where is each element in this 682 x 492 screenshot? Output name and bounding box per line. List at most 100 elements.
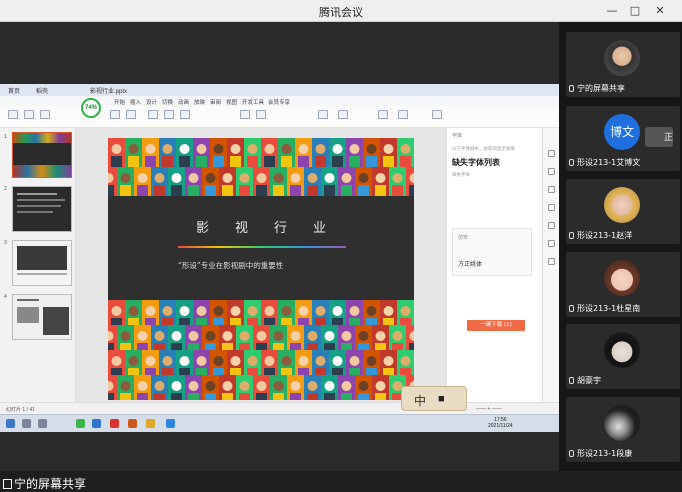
participant-name: 形设213-1段康 (569, 448, 632, 459)
shared-screen: 首页 稻壳 影视行业.pptx 开始 插入 设计 切换 动画 放映 审阅 视图 … (0, 84, 559, 432)
participant-tile[interactable]: 宁的屏幕共享 (566, 32, 680, 97)
property-icon[interactable] (548, 150, 555, 157)
avatar (604, 40, 640, 76)
participant-name: 形设213-1艾博文 (569, 157, 640, 168)
search-icon[interactable] (22, 419, 31, 428)
wps-icon[interactable] (110, 419, 119, 428)
tencent-meeting-icon[interactable] (166, 419, 175, 428)
avatar (604, 187, 640, 223)
panel-heading: 缺失字体列表 (452, 158, 500, 167)
windows-taskbar: 17:56 2021/11/24 (0, 414, 559, 432)
settings-icon[interactable] (548, 240, 555, 247)
paste-icon[interactable] (8, 110, 18, 119)
shared-screen-area: 首页 稻壳 影视行业.pptx 开始 插入 设计 切换 动画 放映 审阅 视图 … (0, 22, 559, 491)
task-view-icon[interactable] (38, 419, 47, 428)
faces-pattern-top (108, 138, 414, 196)
participant-tile[interactable]: 形设213-1杜星南 (566, 252, 680, 317)
slide-thumbnail-4[interactable] (12, 294, 72, 340)
list-icon[interactable] (256, 110, 266, 119)
tab-home[interactable]: 首页 (8, 86, 20, 95)
participant-tile[interactable]: 形设213-1赵洋 (566, 179, 680, 244)
tab-docer[interactable]: 稻壳 (36, 86, 48, 95)
zoom-slider[interactable]: —— + —— (476, 406, 502, 412)
mic-icon (569, 377, 574, 384)
menu-view[interactable]: 视图 (226, 98, 237, 106)
overflow-participant-avatar[interactable]: 正 (645, 127, 673, 147)
clock: 17:56 2021/11/24 (488, 417, 513, 429)
slide-thumbnail-2[interactable] (12, 186, 72, 232)
font-box-label: 仿宋 (458, 235, 469, 241)
textbox-icon[interactable] (338, 110, 348, 119)
tab-document[interactable]: 影视行业.pptx (90, 86, 127, 95)
avatar (604, 332, 640, 368)
mic-icon (569, 305, 574, 312)
maximize-button[interactable]: □ (626, 3, 644, 18)
find-icon[interactable] (398, 110, 408, 119)
thumb-number: 4 (4, 294, 7, 300)
slide-thumbnail-1[interactable] (12, 132, 72, 178)
menu-slideshow[interactable]: 放映 (194, 98, 205, 106)
shape-icon[interactable] (318, 110, 328, 119)
select-icon[interactable] (432, 110, 442, 119)
minimize-button[interactable]: — (603, 3, 621, 18)
slide-canvas: 影视行业 “形设”专业在影视剧中的重要性 (76, 128, 446, 412)
browser-icon[interactable] (92, 419, 101, 428)
avatar (604, 260, 640, 296)
menu-start[interactable]: 开始 (114, 98, 125, 106)
overflow-avatar-text: 正 (664, 132, 673, 142)
panel-header: 字体 (452, 133, 463, 139)
missing-font-name: 方正姚体 (458, 261, 483, 268)
wps-status-bar: 幻灯片 1 / 41 —— + —— (0, 402, 559, 414)
menu-animation[interactable]: 动画 (178, 98, 189, 106)
wechat-icon[interactable] (76, 419, 85, 428)
missing-font-item[interactable]: 仿宋 方正姚体 (452, 228, 532, 276)
close-button[interactable]: ✕ (651, 3, 669, 18)
mic-icon (569, 450, 574, 457)
menu-design[interactable]: 设计 (146, 98, 157, 106)
window-title: 腾讯会议 (319, 6, 363, 19)
skin-icon[interactable]: ■ (438, 393, 445, 405)
participant-tile[interactable]: 胡豪宇 (566, 324, 680, 389)
participant-name: 宁的屏幕共享 (569, 83, 625, 94)
new-slide-icon[interactable] (110, 110, 120, 119)
slide-thumbnail-3[interactable] (12, 240, 72, 286)
thumb-number: 3 (4, 240, 7, 246)
ime-mode[interactable]: 中 (414, 392, 426, 409)
slide-title[interactable]: 影视行业 (108, 217, 414, 236)
slide-subtitle[interactable]: “形设”专业在影视剧中的重要性 (178, 260, 283, 271)
clock-date: 2021/11/24 (488, 423, 513, 429)
mic-icon (569, 159, 574, 166)
cut-icon[interactable] (24, 110, 34, 119)
menu-insert[interactable]: 插入 (130, 98, 141, 106)
align-icon[interactable] (240, 110, 250, 119)
animation-icon[interactable] (548, 186, 555, 193)
menu-member[interactable]: 会员专享 (268, 98, 290, 106)
screen-share-icon (3, 479, 12, 489)
design-icon[interactable] (548, 168, 555, 175)
folder-icon[interactable] (146, 419, 155, 428)
format-painter-icon[interactable] (40, 110, 50, 119)
avatar (604, 405, 640, 441)
mic-icon (569, 85, 574, 92)
participant-name: 形设213-1赵洋 (569, 230, 632, 241)
presentation-icon[interactable] (128, 419, 137, 428)
avatar: 博文 (604, 114, 640, 150)
start-icon[interactable] (6, 419, 15, 428)
copy-icon[interactable] (548, 204, 555, 211)
current-slide[interactable]: 影视行业 “形设”专业在影视剧中的重要性 (108, 138, 414, 400)
menu-transition[interactable]: 切换 (162, 98, 173, 106)
arrange-icon[interactable] (378, 110, 388, 119)
text-icon[interactable] (548, 258, 555, 265)
layout-icon[interactable] (126, 110, 136, 119)
menu-review[interactable]: 审阅 (210, 98, 221, 106)
faces-pattern-bottom (108, 300, 414, 400)
menu-developer[interactable]: 开发工具 (242, 98, 264, 106)
underline-icon[interactable] (180, 110, 190, 119)
participant-tile[interactable]: 形设213-1段康 (566, 397, 680, 462)
title-bar: 腾讯会议 — □ ✕ (0, 0, 682, 22)
download-fonts-button[interactable]: 一键下载 (1) (467, 320, 525, 331)
italic-icon[interactable] (164, 110, 174, 119)
ime-toolbar[interactable]: 中 ■ (401, 386, 467, 411)
help-icon[interactable] (548, 222, 555, 229)
bold-icon[interactable] (148, 110, 158, 119)
